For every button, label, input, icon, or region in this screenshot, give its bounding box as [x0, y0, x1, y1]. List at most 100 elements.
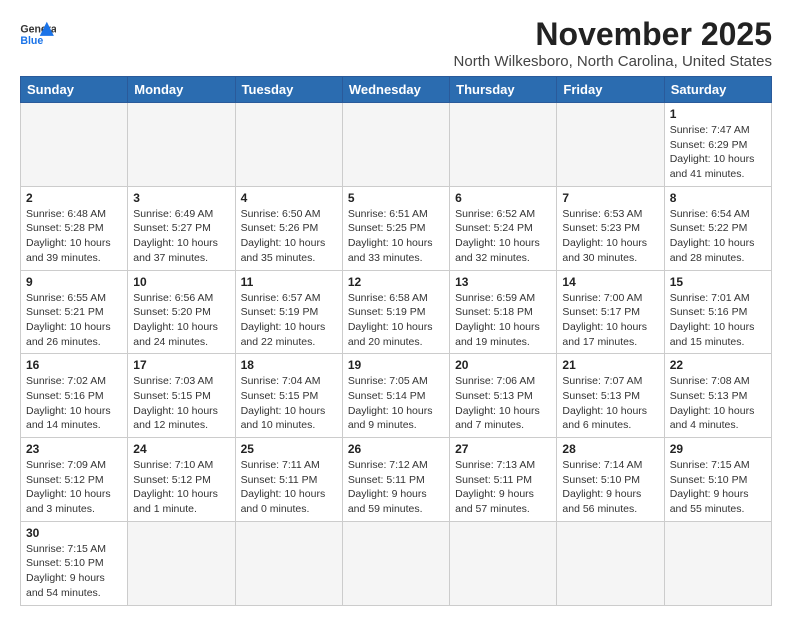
day-info: Sunrise: 7:00 AM Sunset: 5:17 PM Dayligh…: [562, 291, 658, 350]
calendar-cell: [342, 521, 449, 605]
day-info: Sunrise: 7:08 AM Sunset: 5:13 PM Dayligh…: [670, 374, 766, 433]
day-number: 10: [133, 275, 229, 289]
day-number: 29: [670, 442, 766, 456]
calendar-week-row: 30 Sunrise: 7:15 AM Sunset: 5:10 PM Dayli…: [21, 521, 772, 605]
calendar-cell: 11 Sunrise: 6:57 AM Sunset: 5:19 PM Dayli…: [235, 270, 342, 354]
calendar-cell: 6 Sunrise: 6:52 AM Sunset: 5:24 PM Daylig…: [450, 186, 557, 270]
calendar-cell: 28 Sunrise: 7:14 AM Sunset: 5:10 PM Dayli…: [557, 438, 664, 522]
day-info: Sunrise: 7:14 AM Sunset: 5:10 PM Dayligh…: [562, 458, 658, 517]
calendar-cell: 30 Sunrise: 7:15 AM Sunset: 5:10 PM Dayli…: [21, 521, 128, 605]
day-number: 26: [348, 442, 444, 456]
calendar-cell: 15 Sunrise: 7:01 AM Sunset: 5:16 PM Dayli…: [664, 270, 771, 354]
day-info: Sunrise: 7:15 AM Sunset: 5:10 PM Dayligh…: [26, 542, 122, 601]
day-number: 1: [670, 107, 766, 121]
day-number: 3: [133, 191, 229, 205]
calendar-cell: 25 Sunrise: 7:11 AM Sunset: 5:11 PM Dayli…: [235, 438, 342, 522]
calendar-cell: 20 Sunrise: 7:06 AM Sunset: 5:13 PM Dayli…: [450, 354, 557, 438]
header: General Blue November 2025 North Wilkesb…: [20, 16, 772, 70]
calendar-cell: [128, 103, 235, 187]
day-info: Sunrise: 6:54 AM Sunset: 5:22 PM Dayligh…: [670, 207, 766, 266]
calendar-week-row: 23 Sunrise: 7:09 AM Sunset: 5:12 PM Dayli…: [21, 438, 772, 522]
day-info: Sunrise: 6:57 AM Sunset: 5:19 PM Dayligh…: [241, 291, 337, 350]
day-info: Sunrise: 7:47 AM Sunset: 6:29 PM Dayligh…: [670, 123, 766, 182]
logo: General Blue: [20, 20, 56, 50]
day-info: Sunrise: 6:50 AM Sunset: 5:26 PM Dayligh…: [241, 207, 337, 266]
calendar-cell: 18 Sunrise: 7:04 AM Sunset: 5:15 PM Dayli…: [235, 354, 342, 438]
day-number: 7: [562, 191, 658, 205]
calendar-week-row: 1 Sunrise: 7:47 AM Sunset: 6:29 PM Daylig…: [21, 103, 772, 187]
day-number: 24: [133, 442, 229, 456]
calendar-cell: 4Sunrise: 6:50 AM Sunset: 5:26 PM Daylig…: [235, 186, 342, 270]
day-info: Sunrise: 6:55 AM Sunset: 5:21 PM Dayligh…: [26, 291, 122, 350]
day-number: 5: [348, 191, 444, 205]
day-number: 18: [241, 358, 337, 372]
calendar-header-friday: Friday: [557, 77, 664, 103]
day-info: Sunrise: 6:58 AM Sunset: 5:19 PM Dayligh…: [348, 291, 444, 350]
day-number: 23: [26, 442, 122, 456]
day-info: Sunrise: 7:01 AM Sunset: 5:16 PM Dayligh…: [670, 291, 766, 350]
calendar-cell: 8 Sunrise: 6:54 AM Sunset: 5:22 PM Daylig…: [664, 186, 771, 270]
day-info: Sunrise: 7:11 AM Sunset: 5:11 PM Dayligh…: [241, 458, 337, 517]
calendar-cell: [21, 103, 128, 187]
calendar-cell: 16 Sunrise: 7:02 AM Sunset: 5:16 PM Dayli…: [21, 354, 128, 438]
day-info: Sunrise: 7:12 AM Sunset: 5:11 PM Dayligh…: [348, 458, 444, 517]
day-number: 17: [133, 358, 229, 372]
calendar-week-row: 9Sunrise: 6:55 AM Sunset: 5:21 PM Daylig…: [21, 270, 772, 354]
calendar-cell: 1 Sunrise: 7:47 AM Sunset: 6:29 PM Daylig…: [664, 103, 771, 187]
day-number: 12: [348, 275, 444, 289]
location-title: North Wilkesboro, North Carolina, United…: [454, 53, 772, 70]
calendar-cell: 29 Sunrise: 7:15 AM Sunset: 5:10 PM Dayli…: [664, 438, 771, 522]
day-info: Sunrise: 7:02 AM Sunset: 5:16 PM Dayligh…: [26, 374, 122, 433]
calendar-header-tuesday: Tuesday: [235, 77, 342, 103]
calendar-week-row: 2Sunrise: 6:48 AM Sunset: 5:28 PM Daylig…: [21, 186, 772, 270]
day-info: Sunrise: 6:52 AM Sunset: 5:24 PM Dayligh…: [455, 207, 551, 266]
calendar-header-wednesday: Wednesday: [342, 77, 449, 103]
calendar-cell: [557, 103, 664, 187]
calendar-cell: [557, 521, 664, 605]
day-info: Sunrise: 6:53 AM Sunset: 5:23 PM Dayligh…: [562, 207, 658, 266]
calendar-header-sunday: Sunday: [21, 77, 128, 103]
calendar-cell: 5Sunrise: 6:51 AM Sunset: 5:25 PM Daylig…: [342, 186, 449, 270]
calendar-cell: 13Sunrise: 6:59 AM Sunset: 5:18 PM Dayli…: [450, 270, 557, 354]
day-info: Sunrise: 7:05 AM Sunset: 5:14 PM Dayligh…: [348, 374, 444, 433]
calendar-cell: [128, 521, 235, 605]
day-number: 2: [26, 191, 122, 205]
day-info: Sunrise: 6:49 AM Sunset: 5:27 PM Dayligh…: [133, 207, 229, 266]
calendar-cell: 14 Sunrise: 7:00 AM Sunset: 5:17 PM Dayli…: [557, 270, 664, 354]
day-number: 13: [455, 275, 551, 289]
day-number: 27: [455, 442, 551, 456]
calendar-cell: 27 Sunrise: 7:13 AM Sunset: 5:11 PM Dayli…: [450, 438, 557, 522]
day-number: 16: [26, 358, 122, 372]
day-info: Sunrise: 6:56 AM Sunset: 5:20 PM Dayligh…: [133, 291, 229, 350]
calendar-cell: [342, 103, 449, 187]
calendar-cell: 2Sunrise: 6:48 AM Sunset: 5:28 PM Daylig…: [21, 186, 128, 270]
day-number: 6: [455, 191, 551, 205]
calendar-cell: 7 Sunrise: 6:53 AM Sunset: 5:23 PM Daylig…: [557, 186, 664, 270]
day-number: 19: [348, 358, 444, 372]
day-number: 14: [562, 275, 658, 289]
day-number: 21: [562, 358, 658, 372]
day-number: 15: [670, 275, 766, 289]
calendar-header-thursday: Thursday: [450, 77, 557, 103]
day-info: Sunrise: 7:06 AM Sunset: 5:13 PM Dayligh…: [455, 374, 551, 433]
calendar-cell: [450, 521, 557, 605]
day-info: Sunrise: 7:09 AM Sunset: 5:12 PM Dayligh…: [26, 458, 122, 517]
calendar-cell: [235, 521, 342, 605]
calendar-cell: 24Sunrise: 7:10 AM Sunset: 5:12 PM Dayli…: [128, 438, 235, 522]
calendar-cell: 21 Sunrise: 7:07 AM Sunset: 5:13 PM Dayli…: [557, 354, 664, 438]
day-number: 20: [455, 358, 551, 372]
title-area: November 2025 North Wilkesboro, North Ca…: [454, 16, 772, 70]
day-number: 25: [241, 442, 337, 456]
day-info: Sunrise: 7:15 AM Sunset: 5:10 PM Dayligh…: [670, 458, 766, 517]
calendar-cell: [664, 521, 771, 605]
day-info: Sunrise: 7:13 AM Sunset: 5:11 PM Dayligh…: [455, 458, 551, 517]
calendar-cell: 19 Sunrise: 7:05 AM Sunset: 5:14 PM Dayli…: [342, 354, 449, 438]
day-number: 28: [562, 442, 658, 456]
svg-text:Blue: Blue: [20, 35, 43, 47]
day-info: Sunrise: 7:04 AM Sunset: 5:15 PM Dayligh…: [241, 374, 337, 433]
day-number: 8: [670, 191, 766, 205]
day-number: 30: [26, 526, 122, 540]
day-number: 11: [241, 275, 337, 289]
day-info: Sunrise: 7:07 AM Sunset: 5:13 PM Dayligh…: [562, 374, 658, 433]
calendar-cell: 23 Sunrise: 7:09 AM Sunset: 5:12 PM Dayli…: [21, 438, 128, 522]
